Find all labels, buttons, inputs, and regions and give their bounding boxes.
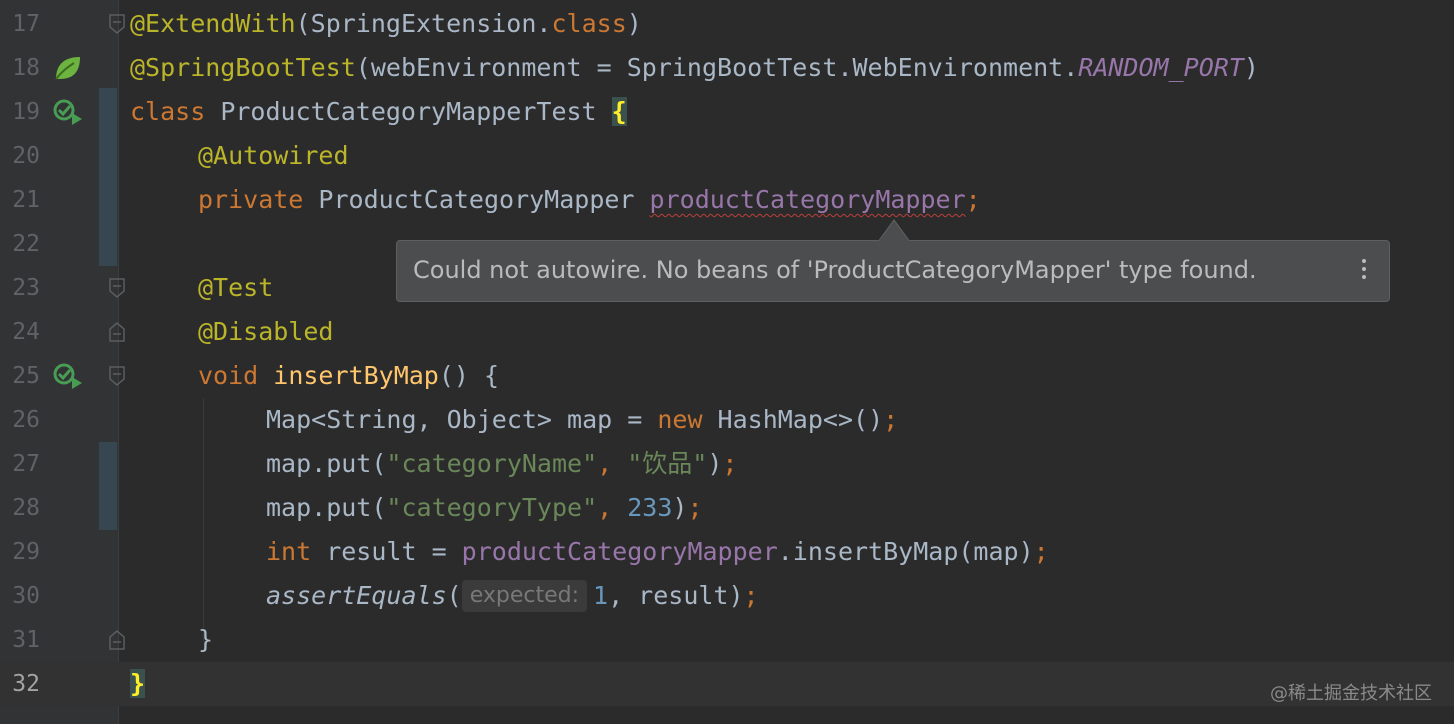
fold-end-icon[interactable] — [109, 630, 125, 650]
line-number: 27 — [12, 451, 40, 477]
code-line[interactable]: 28 map.put("categoryType", 233); — [0, 486, 1454, 530]
line-number: 24 — [12, 319, 40, 345]
code-line[interactable]: 17 @ExtendWith(SpringExtension.class) — [0, 2, 1454, 46]
code-text[interactable]: @Disabled — [198, 310, 333, 354]
fold-start-icon[interactable] — [109, 278, 125, 298]
code-line-current[interactable]: 32 } — [0, 662, 1454, 706]
tooltip-arrow-inner — [879, 221, 909, 241]
code-text[interactable]: class ProductCategoryMapperTest { — [130, 90, 627, 134]
code-line[interactable]: 29 int result = productCategoryMapper.in… — [0, 530, 1454, 574]
code-line[interactable]: 26 Map<String, Object> map = new HashMap… — [0, 398, 1454, 442]
line-number: 18 — [12, 55, 40, 81]
line-number: 32 — [12, 671, 40, 697]
fold-start-icon[interactable] — [109, 14, 125, 34]
error-tooltip[interactable]: Could not autowire. No beans of 'Product… — [396, 240, 1390, 302]
parameter-hint: expected: — [461, 580, 587, 612]
fold-end-icon[interactable] — [109, 322, 125, 342]
line-number: 20 — [12, 143, 40, 169]
code-text[interactable]: void insertByMap() { — [198, 354, 499, 398]
code-line[interactable]: 20 @Autowired — [0, 134, 1454, 178]
code-text[interactable]: assertEquals(expected: 1, result); — [266, 574, 759, 618]
run-test-icon[interactable] — [52, 97, 84, 127]
code-text[interactable]: int result = productCategoryMapper.inser… — [266, 530, 1049, 574]
matching-brace: } — [130, 669, 146, 698]
code-text[interactable]: @ExtendWith(SpringExtension.class) — [130, 2, 642, 46]
code-line[interactable]: 30 assertEquals(expected: 1, result); — [0, 574, 1454, 618]
code-text[interactable]: } — [130, 662, 146, 706]
error-field: productCategoryMapper — [649, 185, 966, 214]
code-line[interactable]: 27 map.put("categoryName", "饮品"); — [0, 442, 1454, 486]
line-number: 25 — [12, 363, 40, 389]
code-line[interactable]: 24 @Disabled — [0, 310, 1454, 354]
line-number: 21 — [12, 187, 40, 213]
vertical-ellipsis-icon[interactable] — [1353, 255, 1375, 287]
line-number: 28 — [12, 495, 40, 521]
line-number: 23 — [12, 275, 40, 301]
code-text[interactable]: Map<String, Object> map = new HashMap<>(… — [266, 398, 898, 442]
code-line[interactable]: 18 @SpringBootTest(webEnvironment = Spri… — [0, 46, 1454, 90]
line-number: 22 — [12, 231, 40, 257]
line-number: 29 — [12, 539, 40, 565]
code-line[interactable]: 19 class ProductCategoryMapperTest { — [0, 90, 1454, 134]
code-text[interactable]: map.put("categoryType", 233); — [266, 486, 703, 530]
tooltip-message: Could not autowire. No beans of 'Product… — [413, 256, 1257, 284]
code-line[interactable]: 21 private ProductCategoryMapper product… — [0, 178, 1454, 222]
line-number: 30 — [12, 583, 40, 609]
code-line[interactable]: 31 } — [0, 618, 1454, 662]
fold-start-icon[interactable] — [109, 366, 125, 386]
code-editor[interactable]: 17 @ExtendWith(SpringExtension.class) 18… — [0, 0, 1454, 724]
line-number: 19 — [12, 99, 40, 125]
code-text[interactable]: @SpringBootTest(webEnvironment = SpringB… — [130, 46, 1259, 90]
code-text[interactable]: private ProductCategoryMapper productCat… — [198, 178, 981, 222]
code-text[interactable]: @Autowired — [198, 134, 349, 178]
code-line[interactable]: 25 void insertByMap() { — [0, 354, 1454, 398]
line-number: 31 — [12, 627, 40, 653]
matching-brace: { — [611, 97, 627, 126]
line-number: 17 — [12, 11, 40, 37]
run-test-icon[interactable] — [52, 361, 84, 391]
code-text[interactable]: @Test — [198, 266, 273, 310]
line-number: 26 — [12, 407, 40, 433]
code-text[interactable]: } — [198, 618, 213, 662]
spring-bean-icon[interactable] — [52, 53, 84, 83]
code-text[interactable]: map.put("categoryName", "饮品"); — [266, 442, 737, 486]
watermark: @稀土掘金技术社区 — [1270, 683, 1432, 704]
